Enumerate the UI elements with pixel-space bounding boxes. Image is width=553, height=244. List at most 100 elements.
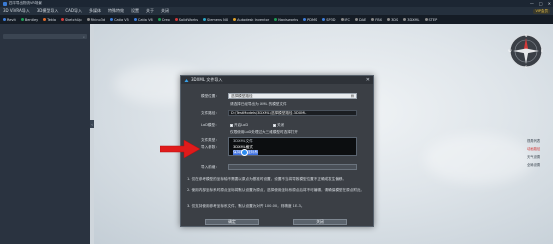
toolbar-item-3ds[interactable]: 3DS (387, 18, 398, 22)
vip-badge[interactable]: VIP会员 (533, 8, 550, 14)
toolbar-item-label: DAE (359, 17, 367, 22)
sidebar-search-input[interactable]: ⌕ (3, 34, 87, 39)
file-type-label: 文件类型： (201, 138, 219, 142)
menu-item-effects[interactable]: 特殊特效 (108, 8, 124, 14)
format-icon (174, 18, 178, 21)
format-icon (86, 18, 90, 21)
toolbar-item-ifc[interactable]: IFC (340, 18, 350, 22)
toolbar-item-sketchup[interactable]: SketchUp (61, 18, 82, 22)
toolbar-item-label: Siemens NX (207, 17, 229, 22)
dialog-logo-icon (184, 78, 189, 82)
toolbar-item-autodesk-inventor[interactable]: Autodesk Inventor (233, 18, 269, 22)
model-location-hint: 请选择已经导出为 XML 的模型文件 (230, 102, 287, 106)
toolbar-item-rhino3d[interactable]: Rhino3d (86, 17, 106, 22)
panel-item-viewpoints[interactable]: 视角列表 (527, 138, 551, 143)
note-3: 3. 仅支持使用参考坐标系文件，默认设置为对齐 100.00，则精度 1E-3。 (187, 204, 305, 208)
model-location-value: 选择模型路径 (231, 94, 253, 98)
format-icon (203, 18, 207, 21)
toolbar-item-label: PDMS (307, 17, 318, 22)
import-prefix-input[interactable] (228, 164, 357, 170)
toolbar-item-catia-v5[interactable]: Catia V5 (110, 18, 129, 22)
sky-cloud (424, 134, 534, 184)
format-icon (274, 18, 278, 21)
lod-off-label: 关闭 (277, 123, 285, 127)
toolbar-item-catia-v6[interactable]: Catia V6 (133, 17, 153, 22)
toolbar-item-sp3d[interactable]: SP3D (322, 18, 336, 22)
menu-item-cad-import[interactable]: CAD导入 (65, 8, 82, 14)
toolbar-item-tekla[interactable]: Tekla (43, 18, 56, 22)
toolbar-item-label: Tekla (47, 17, 57, 22)
menu-item-about[interactable]: 关于 (146, 8, 154, 14)
format-icon (43, 18, 47, 21)
file-path-field[interactable]: D:\TestModels\3DXML\选择模型路径.3DXML (228, 110, 357, 116)
window-controls: — □ ✕ (530, 0, 551, 7)
file-type-value: 3DXML文件 (233, 139, 253, 143)
window-title: 四平导出物流VR场景 (9, 1, 42, 5)
lod-off-checkbox[interactable]: 关闭 (273, 123, 284, 128)
compass-west-label: W (508, 49, 512, 53)
toolbar-item-solidworks[interactable]: SolidWorks (174, 18, 198, 22)
toolbar-item-siemens-nx[interactable]: Siemens NX (203, 18, 228, 22)
cancel-button[interactable]: 关闭 (293, 219, 347, 225)
lod-label: LoD模型： (201, 123, 219, 127)
close-window-button[interactable]: ✕ (548, 1, 551, 6)
compass-north-label: N (525, 34, 528, 38)
compass-icon[interactable]: N E S W (508, 33, 544, 69)
scene-sidebar: ⌕ (0, 24, 90, 244)
right-quick-panel: 视角列表 动画路径 天气设置 全局设置 (527, 138, 551, 167)
format-icon (424, 18, 428, 21)
menu-item-close[interactable]: 关闭 (161, 8, 169, 14)
ok-button[interactable]: 确定 (205, 219, 259, 225)
panel-item-weather[interactable]: 天气设置 (527, 154, 551, 159)
menu-item-settings[interactable]: 设置 (131, 8, 139, 14)
menu-item-vivra-import[interactable]: 3D ViVRA导入 (3, 8, 30, 14)
checkbox-icon (230, 124, 233, 127)
model-location-combo[interactable]: 选择模型路径 ▤ (228, 93, 357, 99)
checkbox-icon (273, 124, 276, 127)
panel-item-animation-path[interactable]: 动画路径 (527, 146, 551, 151)
format-icon (133, 18, 137, 21)
toolbar-item-dae[interactable]: DAE (355, 18, 366, 22)
minimize-button[interactable]: — (530, 1, 534, 6)
format-icon (3, 18, 6, 21)
maximize-button[interactable]: □ (539, 1, 543, 6)
toolbar-item-label: Autodesk Inventor (237, 17, 270, 22)
toolbar-item-3dxml[interactable]: 3DXML (403, 17, 420, 22)
format-icon (20, 18, 24, 21)
compass-east-label: E (541, 49, 543, 53)
toolbar-item-revit[interactable]: Revit (3, 18, 16, 22)
toolbar-item-pdms[interactable]: PDMS (303, 18, 317, 22)
format-icon (322, 18, 326, 21)
menu-item-multimedia[interactable]: 多媒体 (89, 8, 101, 14)
toolbar-item-label: 3DXML (407, 17, 420, 22)
toolbar-item-step[interactable]: STEP (424, 18, 437, 22)
format-icon (403, 18, 407, 21)
toolbar-item-label: FBX (375, 17, 383, 22)
format-icon (303, 18, 307, 21)
format-icon (340, 18, 344, 21)
model-location-label: 模型位置： (201, 94, 219, 98)
menu-item-3d-import[interactable]: 3D模型导入 (37, 8, 59, 14)
dialog-close-button[interactable]: ✕ (366, 77, 370, 83)
toolbar-item-creo[interactable]: Creo (157, 18, 170, 22)
panel-item-global-settings[interactable]: 全局设置 (527, 162, 551, 167)
format-icon (61, 18, 65, 21)
toolbar-item-label: Bentley (24, 17, 39, 22)
lod-on-checkbox[interactable]: 开启LoD (230, 123, 248, 128)
3dxml-import-dialog: 3DXML 文件导入 ✕ 模型位置： 选择模型路径 ▤ 请选择已经导出为 XML… (180, 75, 374, 227)
search-icon: ⌕ (83, 34, 85, 39)
lod-hint: 仅限使用LoD处理过大三维模型时选择打开 (230, 130, 298, 134)
mouse-cursor-icon (241, 149, 248, 156)
toolbar-item-label: SketchUp (65, 17, 82, 22)
toolbar-item-fbx[interactable]: FBX (371, 18, 382, 22)
format-icon (387, 18, 391, 21)
red-arrow-icon (160, 140, 200, 158)
toolbar-item-label: Catia V6 (137, 17, 153, 22)
file-path-label: 文件路径： (201, 111, 219, 115)
note-2: 2. 使用内部坐标系时原点坐标将默认设置为原点，选择使用坐标系原点后将不可编辑，… (187, 188, 365, 192)
toolbar-item-bentley[interactable]: Bentley (20, 17, 39, 22)
import-prefix-label: 导入前缀： (201, 165, 219, 169)
toolbar-item-label: Rhino3d (90, 17, 106, 22)
toolbar-item-navisworks[interactable]: Navisworks (274, 18, 298, 22)
folder-icon[interactable]: ▤ (351, 94, 354, 98)
